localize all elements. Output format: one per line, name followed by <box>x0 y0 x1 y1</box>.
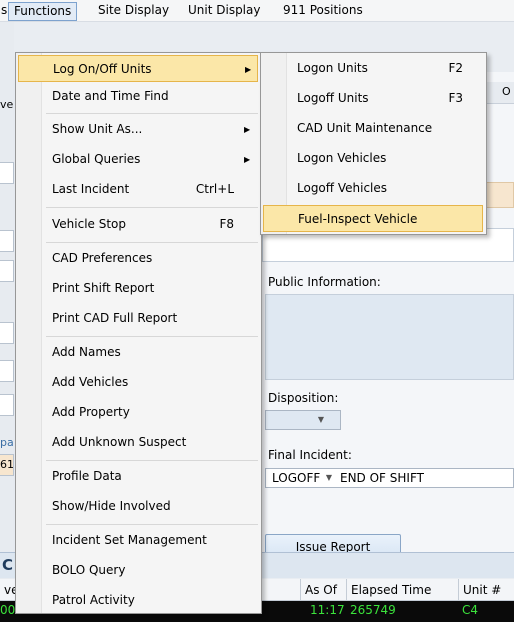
cell-unit: C4 <box>462 603 479 617</box>
menu-item-print-shift-report[interactable]: Print Shift Report <box>18 275 258 302</box>
left-field[interactable] <box>0 394 14 416</box>
tab-fragment[interactable]: O <box>502 85 511 98</box>
left-fragment-num: 61 <box>0 458 14 471</box>
menu-item-cad-unit-maintenance[interactable]: CAD Unit Maintenance <box>263 115 483 142</box>
menu-separator <box>46 336 258 337</box>
menu-item-print-cad-full-report[interactable]: Print CAD Full Report <box>18 305 258 332</box>
menu-item-add-unknown-suspect[interactable]: Add Unknown Suspect <box>18 429 258 456</box>
menu-separator <box>46 242 258 243</box>
menu-item-log-on-off-units[interactable]: Log On/Off Units ▶ <box>18 55 258 82</box>
left-fragment-pa: pa <box>0 436 14 449</box>
menu-item-label: Logon Units <box>297 61 368 75</box>
menu-item-date-and-time-find[interactable]: Date and Time Find <box>18 83 258 110</box>
menu-item-cad-preferences[interactable]: CAD Preferences <box>18 245 258 272</box>
menu-item-label: Logoff Vehicles <box>297 181 388 195</box>
column-header-as-of[interactable]: As Of <box>300 579 346 601</box>
column-header-elapsed-time[interactable]: Elapsed Time <box>346 579 458 601</box>
menu-item-label: Add Property <box>52 405 130 419</box>
menu-item-patrol-activity[interactable]: Patrol Activity <box>18 587 258 614</box>
menu-item-label: Fuel-Inspect Vehicle <box>298 212 418 226</box>
chevron-down-icon[interactable]: ▼ <box>314 411 328 429</box>
menu-item-add-property[interactable]: Add Property <box>18 399 258 426</box>
menu-item-label: Logon Vehicles <box>297 151 387 165</box>
menu-item-label: CAD Unit Maintenance <box>297 121 433 135</box>
menu-item-shortcut: F3 <box>448 91 463 105</box>
menu-item-label: Logoff Units <box>297 91 369 105</box>
menu-unit-display[interactable]: Unit Display <box>183 2 265 21</box>
menu-item-label: Log On/Off Units <box>53 62 152 76</box>
menu-item-label: Vehicle Stop <box>52 217 127 231</box>
chevron-down-icon[interactable]: ▼ <box>322 469 336 487</box>
menu-911-positions[interactable]: 911 Positions <box>278 2 368 21</box>
menu-item-last-incident[interactable]: Last Incident Ctrl+L <box>18 176 258 203</box>
menu-item-label: Incident Set Management <box>52 533 207 547</box>
public-information-textarea[interactable] <box>265 294 514 380</box>
menu-item-shortcut: F8 <box>219 217 234 231</box>
menu-item-label: Show Unit As... <box>52 122 143 136</box>
menu-separator <box>46 113 258 114</box>
cell-as-of: 11:17 <box>310 603 345 617</box>
menu-item-add-vehicles[interactable]: Add Vehicles <box>18 369 258 396</box>
left-fragment-ve: ve <box>0 98 14 111</box>
menu-functions[interactable]: Functions <box>8 2 78 21</box>
menu-item-label: Show/Hide Involved <box>52 499 171 513</box>
menu-site-display[interactable]: Site Display <box>93 2 174 21</box>
menu-item-shortcut: F2 <box>448 61 463 75</box>
menu-item-label: Add Vehicles <box>52 375 129 389</box>
chevron-right-icon: ▶ <box>245 65 252 74</box>
menu-item-fuel-inspect-vehicle[interactable]: Fuel-Inspect Vehicle <box>263 205 483 232</box>
menu-item-global-queries[interactable]: Global Queries ▶ <box>18 146 258 173</box>
menu-item-show-unit-as[interactable]: Show Unit As... ▶ <box>18 116 258 143</box>
chevron-right-icon: ▶ <box>244 155 251 164</box>
final-incident-code: LOGOFF <box>272 471 321 485</box>
menu-separator <box>46 460 258 461</box>
functions-menu: Log On/Off Units ▶ Date and Time Find Sh… <box>15 52 262 614</box>
menu-item-add-names[interactable]: Add Names <box>18 339 258 366</box>
section-fragment: C <box>2 556 14 574</box>
log-on-off-submenu: Logon Units F2 Logoff Units F3 CAD Unit … <box>260 52 487 235</box>
menu-item-vehicle-stop[interactable]: Vehicle Stop F8 <box>18 211 258 238</box>
menu-item-label: Profile Data <box>52 469 122 483</box>
menu-item-logon-vehicles[interactable]: Logon Vehicles <box>263 145 483 172</box>
disposition-label: Disposition: <box>268 391 339 405</box>
menu-item-label: Global Queries <box>52 152 141 166</box>
left-field[interactable] <box>0 162 14 184</box>
final-incident-select[interactable]: LOGOFF ▼ END OF SHIFT <box>265 468 514 488</box>
menu-item-label: Add Unknown Suspect <box>52 435 187 449</box>
menu-item-show-hide-involved[interactable]: Show/Hide Involved <box>18 493 258 520</box>
cell-elapsed: 265749 <box>350 603 396 617</box>
menu-item-incident-set-management[interactable]: Incident Set Management <box>18 527 258 554</box>
menu-item-label: Add Names <box>52 345 121 359</box>
disposition-select[interactable]: ▼ <box>265 410 341 430</box>
menu-item-label: BOLO Query <box>52 563 126 577</box>
column-header-unit[interactable]: Unit # <box>458 579 514 601</box>
menu-item-label: Last Incident <box>52 182 130 196</box>
menu-item-label: Print Shift Report <box>52 281 155 295</box>
final-incident-description: END OF SHIFT <box>340 471 424 485</box>
menu-bar: s Functions Site Display Unit Display 91… <box>0 0 514 22</box>
public-information-label: Public Information: <box>268 275 381 289</box>
menu-item-label: Date and Time Find <box>52 89 169 103</box>
menu-item-profile-data[interactable]: Profile Data <box>18 463 258 490</box>
menu-separator <box>46 207 258 208</box>
chevron-right-icon: ▶ <box>244 125 251 134</box>
menu-item-label: Print CAD Full Report <box>52 311 178 325</box>
final-incident-label: Final Incident: <box>268 448 352 462</box>
menu-item-label: CAD Preferences <box>52 251 153 265</box>
menu-item-logoff-vehicles[interactable]: Logoff Vehicles <box>263 175 483 202</box>
menu-item-label: Patrol Activity <box>52 593 135 607</box>
menu-item-shortcut: Ctrl+L <box>195 182 234 196</box>
menu-item-logoff-units[interactable]: Logoff Units F3 <box>263 85 483 112</box>
left-field[interactable] <box>0 360 14 382</box>
left-field[interactable] <box>0 230 14 252</box>
left-field[interactable] <box>0 322 14 344</box>
menu-separator <box>46 524 258 525</box>
left-field[interactable] <box>0 260 14 282</box>
menu-item-logon-units[interactable]: Logon Units F2 <box>263 55 483 82</box>
menu-item-bolo-query[interactable]: BOLO Query <box>18 557 258 584</box>
